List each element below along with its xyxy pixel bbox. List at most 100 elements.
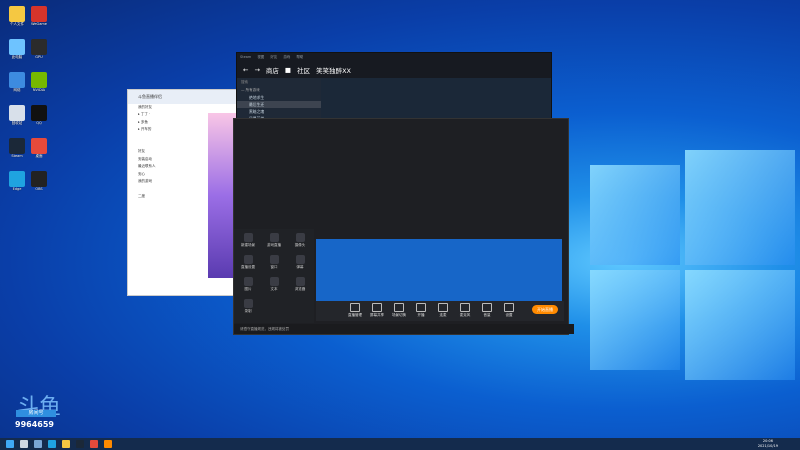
control-icon	[504, 303, 514, 312]
live-stream-window[interactable]: 新建场景 游戏直播 摄像头直播设置 窗口 弹幕图片 文本 浏览器录制 直播管理 屏幕共享 场景切…	[233, 118, 574, 335]
start-live-button[interactable]: 开始直播	[532, 305, 558, 314]
live-side-button[interactable]: 窗口	[262, 255, 286, 270]
live-side-label: 游戏直播	[267, 243, 281, 247]
desktop-icon-6[interactable]: WeGame	[26, 6, 52, 36]
live-side-button[interactable]: 直播设置	[236, 255, 260, 270]
desktop-icon-image	[31, 138, 47, 154]
watermark-room-label: 房间号	[16, 410, 56, 417]
tab-community[interactable]: 社区	[297, 65, 310, 75]
live-control-bar: 直播管理 屏幕共享 场景切换 开播 连麦 麦克风 音量 设置 开始直播	[316, 301, 564, 321]
desktop-icon-8[interactable]: NVIDIA	[26, 72, 52, 102]
live-side-label: 直播设置	[241, 265, 255, 269]
control-label: 设置	[505, 313, 513, 317]
control-label: 场景切换	[392, 313, 406, 317]
steam-menu-item[interactable]: 视图	[257, 55, 264, 59]
desktop-icon-image	[9, 171, 25, 187]
live-side-icon	[295, 255, 305, 264]
live-side-button[interactable]: 录制	[236, 299, 260, 314]
control-icon	[416, 303, 426, 312]
live-control-button[interactable]: 屏幕共享	[366, 303, 388, 318]
steam-nav: ← → 商店 ■ 社区 笑笑独醉XX	[237, 62, 551, 78]
desktop-icon-image	[31, 6, 47, 22]
qq-row[interactable]: 我的好友	[128, 104, 240, 111]
steam-taskbar-icon[interactable]	[76, 440, 84, 448]
desktop-icon-10[interactable]: 桌面	[26, 138, 52, 168]
live-footer: 请遵守直播规范，违规将被处罚	[234, 324, 574, 334]
live-control-button[interactable]: 场景切换	[388, 303, 410, 318]
live-side-label: 录制	[244, 309, 252, 313]
stream-preview	[316, 239, 562, 301]
live-side-label: 浏览器	[294, 287, 306, 291]
live-side-button[interactable]: 摄像头	[288, 233, 312, 248]
desktop-icon-image	[31, 39, 47, 55]
search-icon[interactable]	[20, 440, 28, 448]
live-side-icon	[243, 255, 253, 264]
live-side-button[interactable]: 弹幕	[288, 255, 312, 270]
live-control-button[interactable]: 麦克风	[454, 303, 476, 318]
start-icon[interactable]	[6, 440, 14, 448]
game-list-item[interactable]: 黑暗之魂	[237, 108, 321, 115]
task-view-icon[interactable]	[34, 440, 42, 448]
live-side-button[interactable]: 游戏直播	[262, 233, 286, 248]
games-header: — 所有游戏	[241, 88, 260, 92]
live-side-label: 图片	[244, 287, 252, 291]
live-side-panel: 新建场景 游戏直播 摄像头直播设置 窗口 弹幕图片 文本 浏览器录制	[234, 229, 314, 323]
desktop-icon-image	[31, 105, 47, 121]
explorer-icon[interactable]	[62, 440, 70, 448]
tab-library[interactable]: ■	[285, 66, 291, 74]
forward-icon[interactable]: →	[254, 66, 259, 74]
control-icon	[394, 303, 404, 312]
desktop-icon-label: NVIDIA	[32, 88, 46, 92]
qq-titlebar[interactable]: 斗鱼直播伴侣	[128, 90, 240, 104]
library-search[interactable]: 搜索	[237, 78, 321, 86]
taskbar: 20:06 2021/10/19	[0, 438, 800, 450]
control-icon	[438, 303, 448, 312]
steam-menu-item[interactable]: 好友	[270, 55, 277, 59]
desktop-icon-image	[9, 105, 25, 121]
live-side-icon	[243, 233, 253, 242]
qq-window[interactable]: 斗鱼直播伴侣 我的好友 ▸ 丁丁 · ▸ 多鱼 ▸ 开车的 好友 安装启动 最近联系人 安心我…	[127, 89, 241, 296]
control-label: 直播管理	[348, 313, 362, 317]
tab-store[interactable]: 商店	[266, 65, 279, 75]
desktop-icon-11[interactable]: OBS	[26, 171, 52, 201]
live-control-button[interactable]: 开播	[410, 303, 432, 318]
desktop-icon-7[interactable]: GPU	[26, 39, 52, 69]
steam-menu-item[interactable]: 游戏	[283, 55, 290, 59]
steam-menu-item[interactable]: Steam	[240, 55, 251, 59]
desktop-icon-image	[9, 39, 25, 55]
steam-menu-item[interactable]: 帮助	[296, 55, 303, 59]
desktop-icon-label: OBS	[35, 187, 43, 191]
steam-menubar: Steam 视图 好友 游戏 帮助	[237, 53, 551, 62]
desktop-icon-image	[9, 138, 25, 154]
control-icon	[460, 303, 470, 312]
live-control-button[interactable]: 连麦	[432, 303, 454, 318]
desktop-icon-label: WeGame	[31, 22, 47, 26]
back-icon[interactable]: ←	[243, 66, 248, 74]
tab-profile[interactable]: 笑笑独醉XX	[316, 65, 351, 75]
desktop-icon-image	[31, 171, 47, 187]
desktop-icon-label: GPU	[35, 55, 43, 59]
edge-icon[interactable]	[48, 440, 56, 448]
live-side-button[interactable]: 新建场景	[236, 233, 260, 248]
live-side-icon	[269, 255, 279, 264]
live-control-button[interactable]: 设置	[498, 303, 520, 318]
clock[interactable]: 20:06 2021/10/19	[758, 439, 778, 449]
live-side-icon	[269, 233, 279, 242]
control-label: 麦克风	[459, 313, 471, 317]
live-control-button[interactable]: 直播管理	[344, 303, 366, 318]
control-label: 连麦	[439, 313, 447, 317]
live-taskbar-icon[interactable]	[104, 440, 112, 448]
live-side-icon	[243, 277, 253, 286]
live-side-button[interactable]: 文本	[262, 277, 286, 292]
live-side-button[interactable]: 浏览器	[288, 277, 312, 292]
live-control-button[interactable]: 音量	[476, 303, 498, 318]
live-side-button[interactable]: 图片	[236, 277, 260, 292]
game-list-item[interactable]: 绝地求生	[237, 94, 321, 101]
clock-date: 2021/10/19	[757, 444, 778, 448]
qq-taskbar-icon[interactable]	[90, 440, 98, 448]
desktop-icon-9[interactable]: QQ	[26, 105, 52, 135]
game-list-item[interactable]: 最后生还	[237, 101, 321, 108]
desktop-icon-image	[31, 72, 47, 88]
control-label: 开播	[417, 313, 425, 317]
live-side-icon	[243, 299, 253, 308]
